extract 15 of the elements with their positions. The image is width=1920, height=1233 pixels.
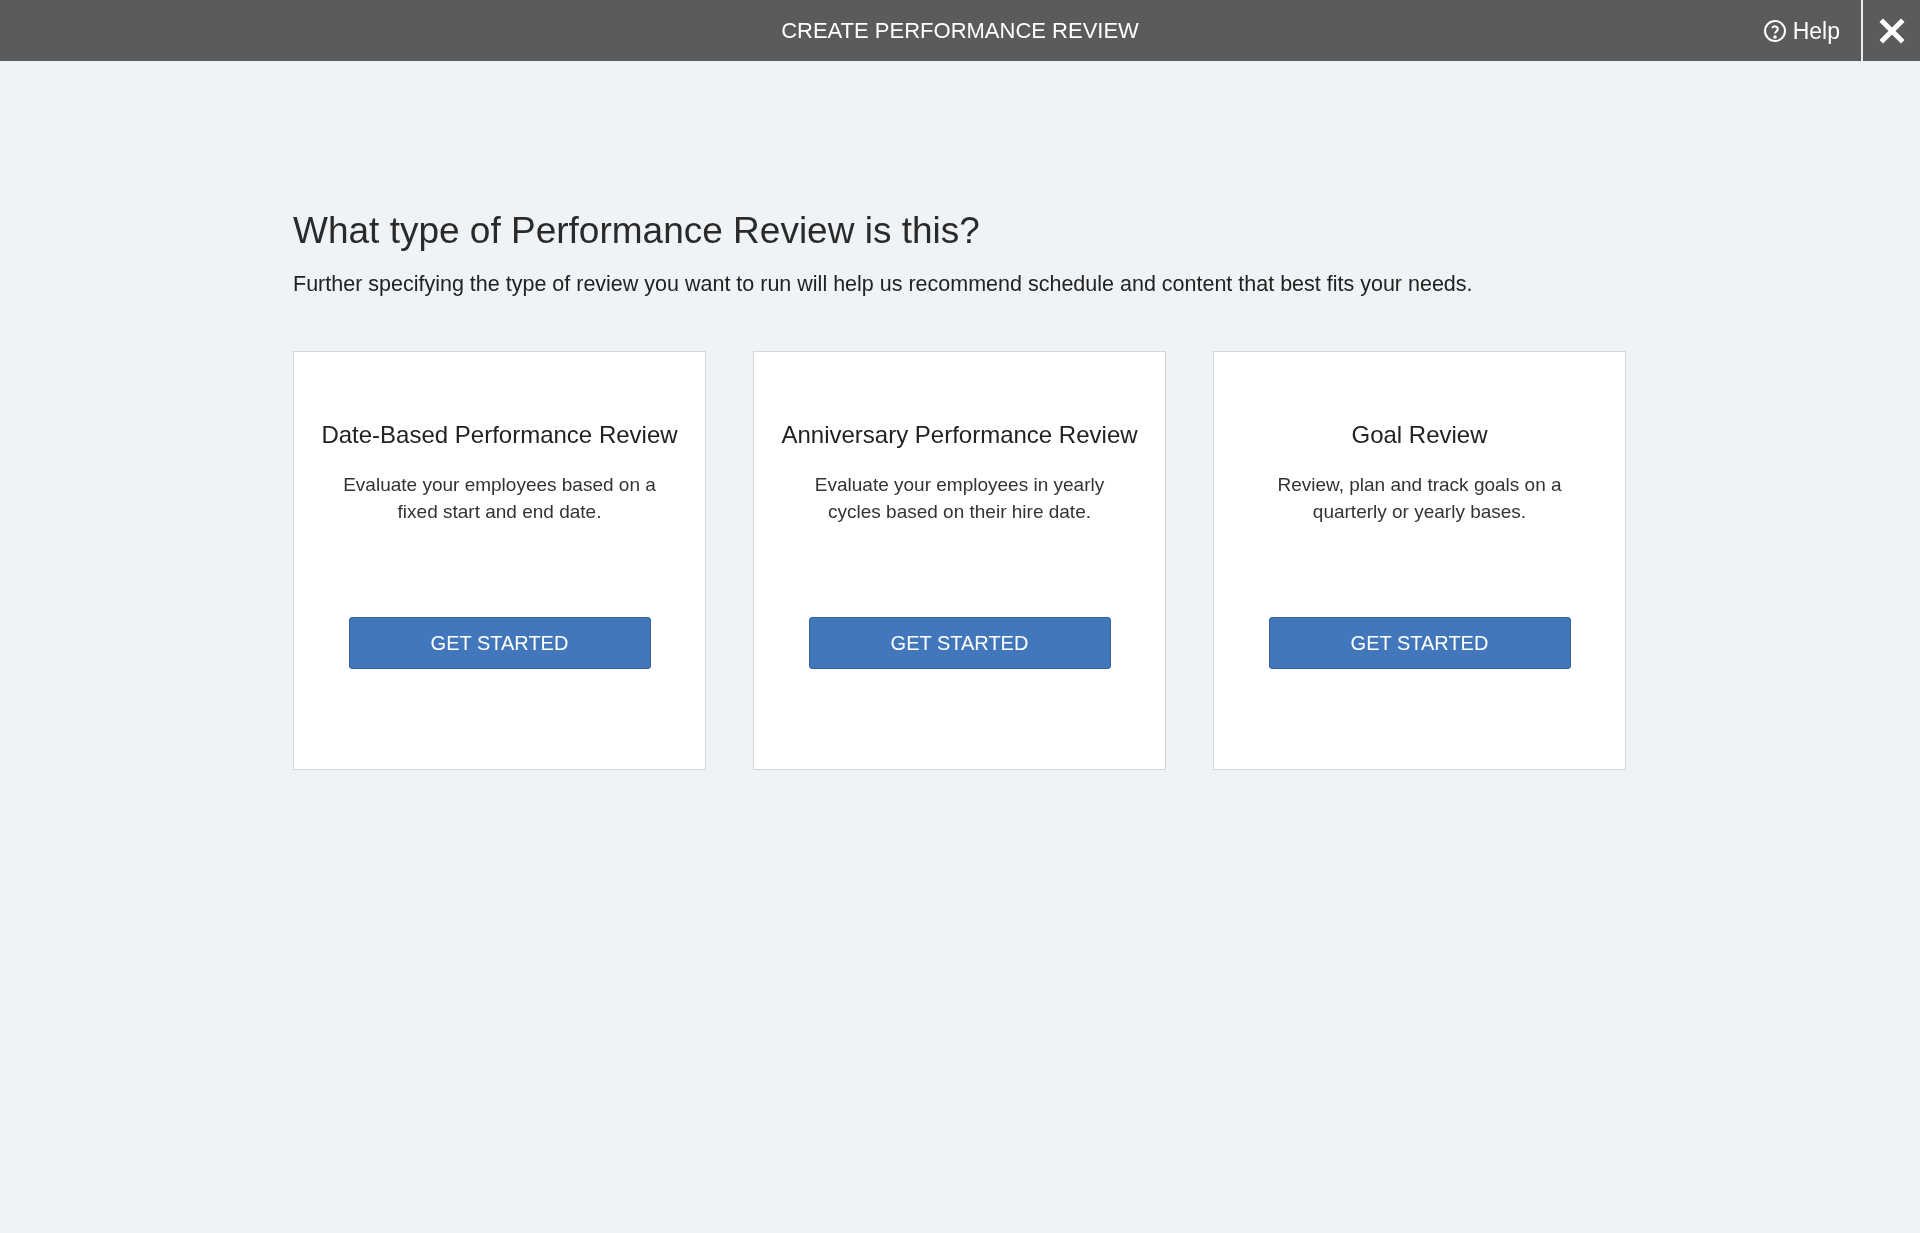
page-heading: What type of Performance Review is this?: [293, 209, 981, 253]
close-icon: [1878, 17, 1905, 44]
get-started-button[interactable]: GET STARTED: [348, 616, 651, 669]
help-button[interactable]: Help: [1762, 14, 1840, 49]
help-icon: [1762, 19, 1787, 44]
page-subtitle: Further specifying the type of review you want to run will help us recommend schedule and content that best fits your needs.: [293, 271, 1474, 299]
card-title: Goal Review: [1351, 419, 1488, 450]
get-started-button[interactable]: GET STARTED: [1268, 616, 1571, 669]
dialog-title: CREATE PERFORMANCE REVIEW: [781, 17, 1139, 45]
card-title: Date-Based Performance Review: [321, 419, 678, 450]
get-started-button[interactable]: GET STARTED: [808, 616, 1111, 669]
card-description: Review, plan and track goals on a quarterly or yearly bases.: [1276, 472, 1563, 524]
card-title: Anniversary Performance Review: [781, 419, 1138, 450]
card-description: Evaluate your employees in yearly cycles based on their hire date.: [813, 472, 1106, 524]
card-description: Evaluate your employees based on a fixed start and end date.: [342, 472, 657, 524]
